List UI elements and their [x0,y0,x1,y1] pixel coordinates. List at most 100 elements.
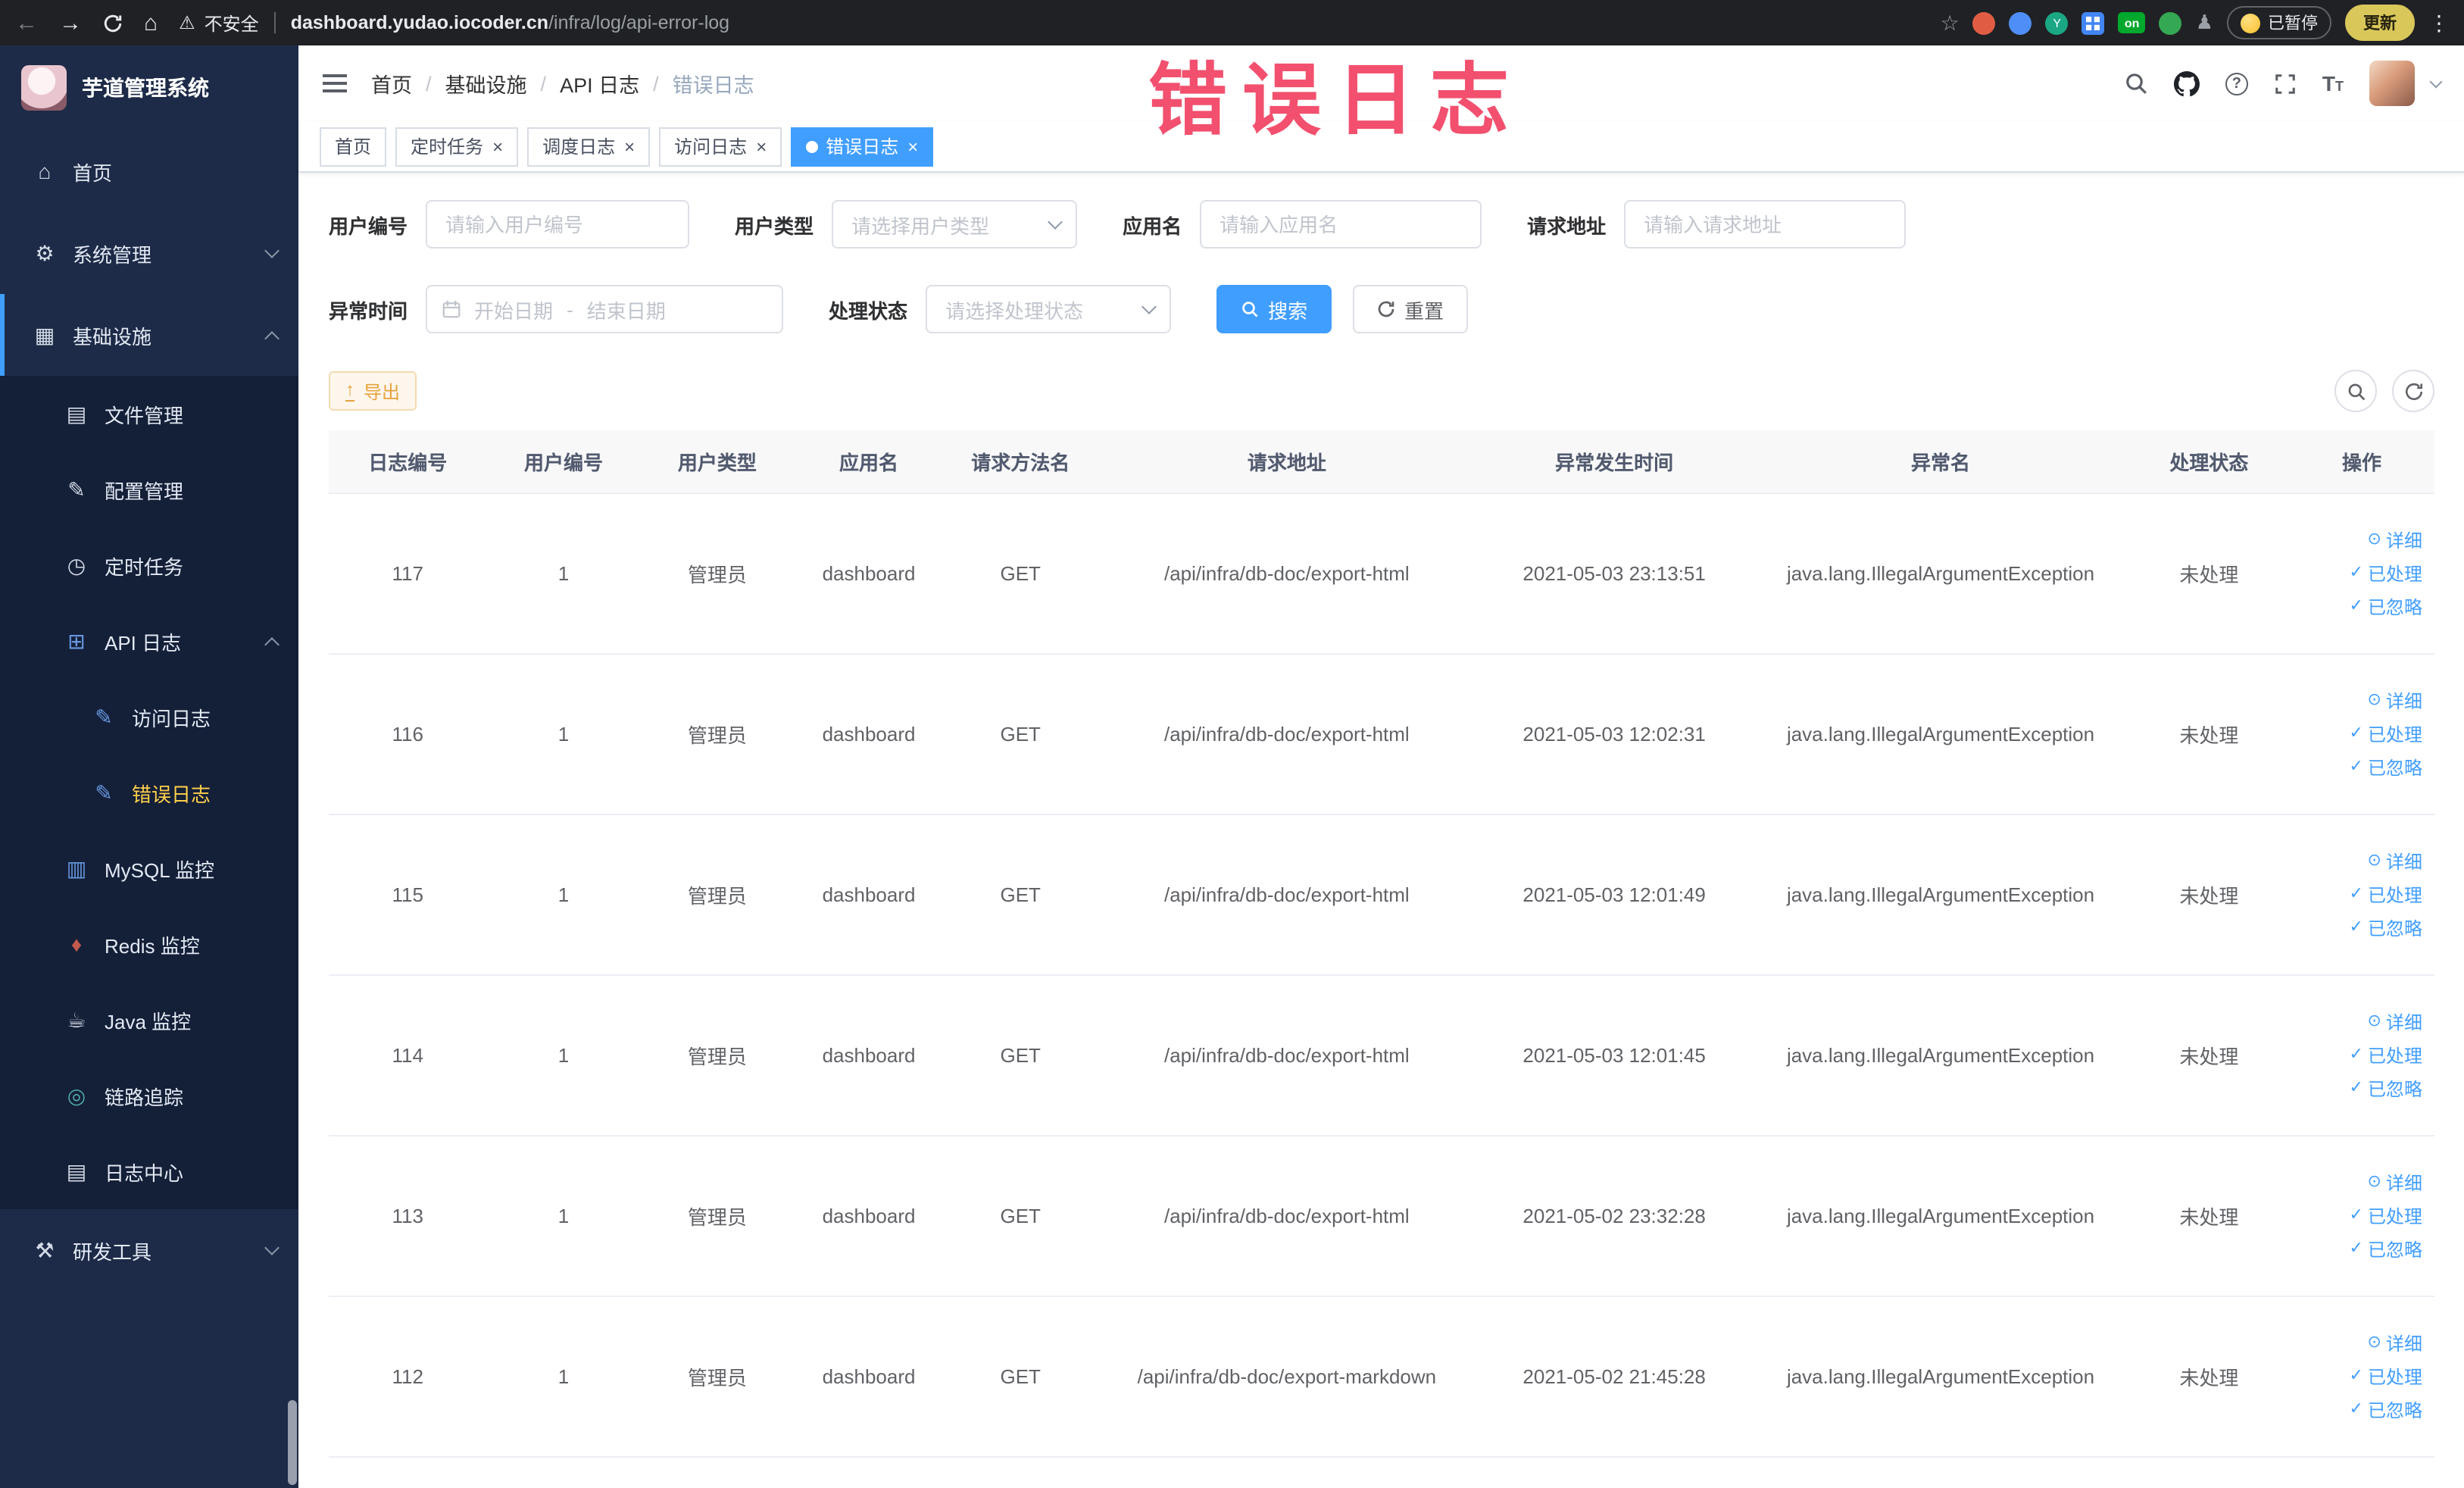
user-id-input[interactable] [426,200,690,249]
font-size-icon[interactable]: TT [2322,71,2344,95]
action-detail-link[interactable]: ⊙ 详细 [2368,1008,2422,1034]
tab-close-icon[interactable]: × [756,137,767,155]
chevron-up-icon [264,636,280,652]
column-header: 用户类型 [640,430,795,493]
action-detail-link[interactable]: ⊙ 详细 [2368,1169,2422,1195]
cell-user-id: 1 [486,1135,641,1296]
browser-back-icon[interactable]: ← [15,11,38,34]
sidebar-item-job[interactable]: ◷ 定时任务 [0,527,298,603]
refresh-table-button[interactable] [2392,370,2434,412]
extension-icon[interactable] [2009,11,2032,34]
tab-错误日志[interactable]: 错误日志 × [791,127,934,166]
help-icon[interactable]: ? [2225,72,2248,95]
address-bar[interactable]: dashboard.yudao.iocoder.cn/infra/log/api… [291,12,1925,33]
profile-sync-paused-button[interactable]: 已暂停 [2227,6,2331,39]
tab-访问日志[interactable]: 访问日志 × [659,127,782,166]
sidebar-item-redis[interactable]: ♦ Redis 监控 [0,906,298,982]
sidebar-scrollbar[interactable] [288,1400,297,1485]
action-detail-link[interactable]: ⊙ 详细 [2368,848,2422,874]
sidebar-item-dev-tools[interactable]: ⚒ 研发工具 [0,1209,298,1291]
sidebar-item-trace[interactable]: ◎ 链路追踪 [0,1058,298,1133]
chevron-down-icon[interactable] [2429,75,2443,89]
action-ignored-link[interactable]: ✓ 已忽略 [2350,754,2422,780]
extension-grid-icon[interactable] [2081,11,2105,34]
select-placeholder: 请选择用户类型 [851,214,990,237]
breadcrumb-item[interactable]: 基础设施 [445,68,527,98]
user-avatar[interactable] [2369,61,2415,106]
action-ignored-link[interactable]: ✓ 已忽略 [2350,914,2422,940]
bookmark-star-icon[interactable]: ☆ [1941,10,1960,36]
cell-time: 2021-05-03 23:13:51 [1476,492,1753,654]
sidebar-toggle-button[interactable] [323,68,347,98]
action-processed-link[interactable]: ✓ 已处理 [2350,1363,2422,1389]
sidebar-item-java[interactable]: ☕ Java 监控 [0,982,298,1058]
browser-reload-icon[interactable] [103,13,123,33]
sidebar-item-system[interactable]: ⚙ 系统管理 [0,212,298,294]
extension-icon[interactable] [1972,11,1996,34]
action-ignored-link[interactable]: ✓ 已忽略 [2350,1396,2422,1422]
browser-forward-icon[interactable]: → [59,11,82,34]
tab-首页[interactable]: 首页 [320,127,387,166]
toggle-search-button[interactable] [2334,370,2377,412]
action-processed-link[interactable]: ✓ 已处理 [2350,560,2422,586]
browser-update-button[interactable]: 更新 [2345,5,2415,41]
action-processed-link[interactable]: ✓ 已处理 [2350,1202,2422,1228]
process-status-select[interactable]: 请选择处理状态 [926,285,1172,333]
action-detail-link[interactable]: ⊙ 详细 [2368,527,2422,552]
cell-id: 117 [329,492,487,654]
export-button[interactable]: ↑ 导出 [329,371,417,411]
app-logo[interactable]: 芋道管理系统 [0,45,298,130]
tab-close-icon[interactable]: × [907,137,918,155]
breadcrumb-item[interactable]: 首页 [371,68,412,98]
browser-home-icon[interactable]: ⌂ [144,11,158,34]
extension-icon[interactable]: Y [2045,11,2069,34]
user-type-select[interactable]: 请选择用户类型 [832,200,1078,249]
tab-close-icon[interactable]: × [492,137,503,155]
reset-button[interactable]: 重置 [1353,285,1469,333]
action-processed-link[interactable]: ✓ 已处理 [2350,1042,2422,1068]
sidebar-item-infra[interactable]: ▦ 基础设施 [0,294,298,376]
action-ignored-link[interactable]: ✓ 已忽略 [2350,593,2422,619]
sidebar-item-access-log[interactable]: ✎ 访问日志 [0,679,298,755]
api-log-icon: ⊞ [67,628,86,652]
action-detail-link[interactable]: ⊙ 详细 [2368,1330,2422,1355]
fullscreen-icon[interactable] [2274,72,2297,95]
redis-icon: ♦ [70,932,83,956]
request-url-input[interactable] [1624,200,1907,249]
column-header: 处理状态 [2128,430,2290,493]
breadcrumb-item[interactable]: API 日志 [560,68,639,98]
extension-icon[interactable] [2159,11,2182,34]
sidebar-item-log-center[interactable]: ▤ 日志中心 [0,1133,298,1209]
security-badge[interactable]: ⚠ 不安全 [179,10,259,36]
action-label: 已处理 [2367,1366,2422,1387]
exception-time-range-picker[interactable]: 开始日期 - 结束日期 [426,285,784,333]
cell-url: /api/infra/db-doc/export-html [1097,492,1477,654]
sidebar-item-label: Java 监控 [105,1010,192,1033]
action-ignored-link[interactable]: ✓ 已忽略 [2350,1236,2422,1261]
sidebar-item-home[interactable]: ⌂ 首页 [0,130,298,212]
sidebar-item-config[interactable]: ✎ 配置管理 [0,452,298,527]
tab-定时任务[interactable]: 定时任务 × [395,127,519,166]
config-icon: ✎ [67,477,86,501]
cell-user-type: 管理员 [640,492,795,654]
search-icon[interactable] [2124,71,2148,95]
sidebar-item-label: 基础设施 [73,325,152,348]
extension-pawn-icon[interactable]: ♟ [2196,11,2213,35]
extension-on-badge[interactable]: on [2118,12,2146,33]
action-ignored-link[interactable]: ✓ 已忽略 [2350,1075,2422,1101]
browser-menu-icon[interactable]: ⋮ [2428,10,2450,36]
sidebar-item-mysql[interactable]: ▥ MySQL 监控 [0,830,298,906]
action-processed-link[interactable]: ✓ 已处理 [2350,881,2422,907]
action-detail-link[interactable]: ⊙ 详细 [2368,687,2422,713]
sidebar-item-error-log[interactable]: ✎ 错误日志 [0,755,298,830]
sidebar-item-file[interactable]: ▤ 文件管理 [0,376,298,452]
eye-icon: ⊙ [2367,1172,2381,1190]
tab-close-icon[interactable]: × [624,137,635,155]
search-button[interactable]: 搜索 [1216,285,1332,333]
cell-status: 未处理 [2128,814,2290,975]
github-icon[interactable] [2173,70,2200,96]
tab-调度日志[interactable]: 调度日志 × [527,127,651,166]
action-processed-link[interactable]: ✓ 已处理 [2350,721,2422,746]
sidebar-item-api-log[interactable]: ⊞ API 日志 [0,603,298,679]
app-name-input[interactable] [1200,200,1482,249]
